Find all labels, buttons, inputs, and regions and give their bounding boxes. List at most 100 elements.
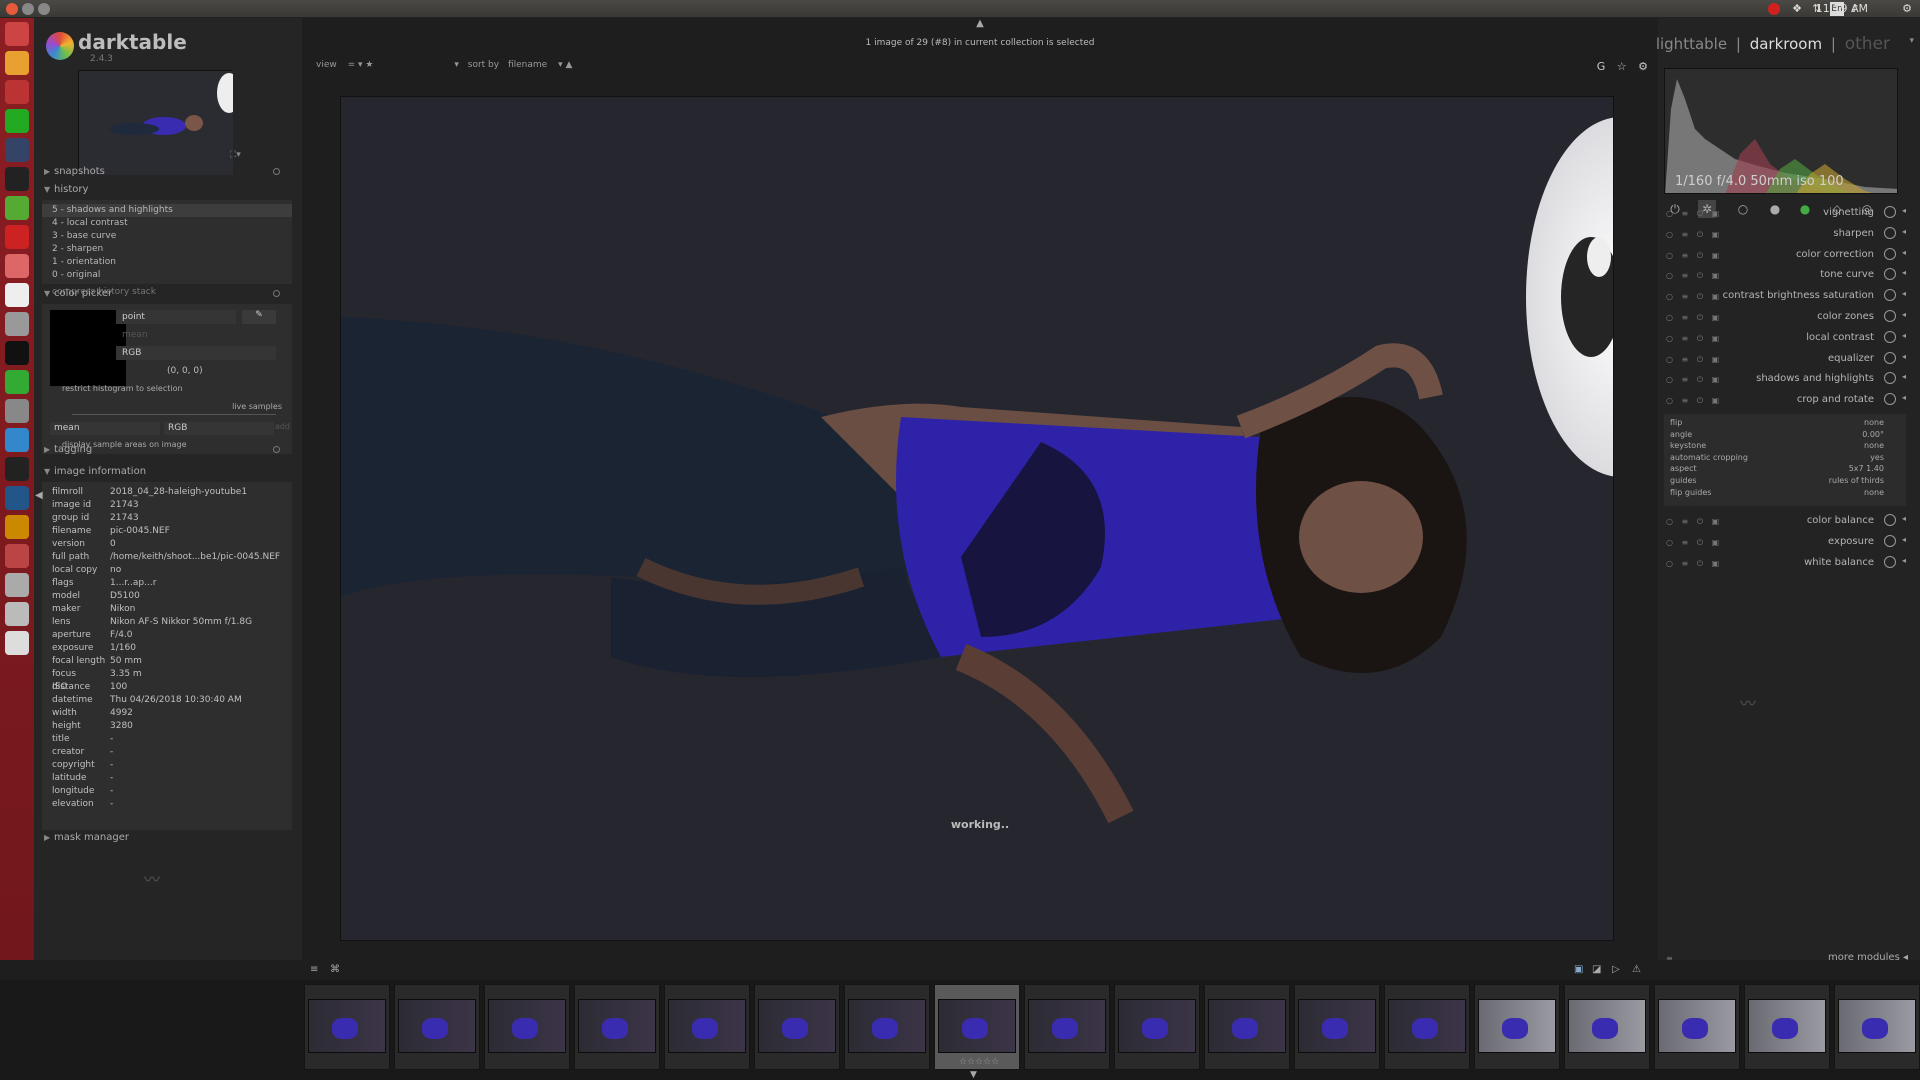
- sort-dropdown-arrow-icon[interactable]: ▾: [454, 60, 459, 70]
- collapse-top-panel-icon[interactable]: ▲: [302, 18, 1658, 29]
- lighttable-view-link[interactable]: lighttable: [1656, 35, 1727, 53]
- launcher-gimp-icon[interactable]: [5, 515, 29, 539]
- main-image[interactable]: [340, 96, 1614, 941]
- filmstrip-thumbnail[interactable]: [1024, 984, 1110, 1070]
- filmstrip-thumbnail[interactable]: [1384, 984, 1470, 1070]
- crop-setting-value[interactable]: 0.00°: [1862, 430, 1884, 439]
- module-toggle-icons[interactable]: ○ ≡ ⏻ ▣: [1666, 334, 1722, 344]
- crop-setting-row[interactable]: guides rules of thirds: [1670, 476, 1896, 488]
- restrict-histogram-checkbox[interactable]: restrict histogram to selection: [62, 384, 183, 393]
- module-expand-icon[interactable]: ◂: [1902, 331, 1906, 340]
- module-expand-icon[interactable]: ◂: [1902, 310, 1906, 319]
- overexposure-icon[interactable]: ⚠: [1632, 964, 1641, 975]
- filmstrip-thumbnail[interactable]: ☆☆☆☆☆: [934, 984, 1020, 1070]
- window-close-button[interactable]: [6, 3, 18, 15]
- crop-setting-value[interactable]: none: [1864, 441, 1884, 450]
- crop-setting-row[interactable]: flip none: [1670, 418, 1896, 430]
- launcher-record-icon[interactable]: [5, 225, 29, 249]
- history-header[interactable]: history: [42, 182, 292, 198]
- crop-setting-row[interactable]: flip guides none: [1670, 488, 1896, 500]
- navigation-thumbnail[interactable]: [78, 70, 241, 175]
- crop-setting-row[interactable]: angle 0.00°: [1670, 430, 1896, 442]
- module-white-balance[interactable]: ○ ≡ ⏻ ▣ white balance ◂: [1664, 552, 1906, 576]
- filmstrip-thumbnail[interactable]: [1834, 984, 1920, 1070]
- snapshots-header[interactable]: snapshots: [42, 164, 292, 180]
- module-expand-icon[interactable]: ◂: [1902, 393, 1906, 402]
- crop-setting-value[interactable]: 5x7 1.40: [1849, 464, 1884, 473]
- gamut-check-icon[interactable]: ▷: [1612, 964, 1620, 975]
- module-expand-icon[interactable]: ◂: [1902, 372, 1906, 381]
- styles-icon[interactable]: ⌘: [330, 964, 340, 975]
- module-toggle-icons[interactable]: ○ ≡ ⏻ ▣: [1666, 538, 1722, 548]
- color-assessment-icon[interactable]: ▣: [1574, 964, 1583, 975]
- window-minimize-button[interactable]: [22, 3, 34, 15]
- launcher-chrome-icon[interactable]: [5, 51, 29, 75]
- module-expand-icon[interactable]: ◂: [1902, 248, 1906, 257]
- sample-colorspace-dropdown[interactable]: RGB: [164, 422, 274, 435]
- history-item[interactable]: 1 - orientation: [42, 256, 292, 269]
- mask-manager-header[interactable]: mask manager: [42, 830, 292, 846]
- picker-colorspace-dropdown[interactable]: RGB: [116, 346, 276, 360]
- module-toggle-icons[interactable]: ○ ≡ ⏻ ▣: [1666, 396, 1722, 406]
- other-views-link[interactable]: other: [1845, 34, 1890, 54]
- crop-setting-row[interactable]: automatic cropping yes: [1670, 453, 1896, 465]
- color-picker-tool-icon[interactable]: ✎: [242, 310, 276, 324]
- filmstrip-thumbnail[interactable]: [1474, 984, 1560, 1070]
- window-maximize-button[interactable]: [38, 3, 50, 15]
- crop-setting-value[interactable]: none: [1864, 488, 1884, 497]
- module-expand-icon[interactable]: ◂: [1902, 556, 1906, 565]
- filmstrip-thumbnail[interactable]: [844, 984, 930, 1070]
- tagging-section[interactable]: tagging: [42, 442, 292, 458]
- clock[interactable]: 11:19 AM: [1816, 2, 1868, 15]
- filmstrip-thumbnail[interactable]: [1114, 984, 1200, 1070]
- module-toggle-icons[interactable]: ○ ≡ ⏻ ▣: [1666, 517, 1722, 527]
- filmstrip-thumbnail[interactable]: [1744, 984, 1830, 1070]
- crop-setting-row[interactable]: aspect 5x7 1.40: [1670, 464, 1896, 476]
- picker-stat-dropdown[interactable]: mean: [116, 328, 276, 342]
- collapse-left-panel-icon[interactable]: ◀: [35, 490, 43, 501]
- image-information-header[interactable]: image information: [42, 464, 292, 480]
- settings-gear-icon[interactable]: ⚙: [1900, 2, 1914, 16]
- filmstrip-thumbnail[interactable]: [1654, 984, 1740, 1070]
- module-toggle-icons[interactable]: ○ ≡ ⏻ ▣: [1666, 209, 1722, 219]
- module-toggle-icons[interactable]: ○ ≡ ⏻ ▣: [1666, 313, 1722, 323]
- launcher-drive2-icon[interactable]: [5, 602, 29, 626]
- module-toggle-icons[interactable]: ○ ≡ ⏻ ▣: [1666, 375, 1722, 385]
- launcher-twitter-icon[interactable]: [5, 428, 29, 452]
- filmstrip-thumbnail[interactable]: [304, 984, 390, 1070]
- thumbnail-star-rating[interactable]: ☆☆☆☆☆: [959, 1057, 999, 1067]
- preferences-gear-icon[interactable]: ⚙: [1638, 60, 1648, 73]
- crop-setting-value[interactable]: yes: [1870, 453, 1884, 462]
- softproof-icon[interactable]: ◪: [1592, 964, 1601, 975]
- darkroom-view-link[interactable]: darkroom: [1750, 35, 1822, 53]
- add-sample-button[interactable]: add: [275, 422, 290, 431]
- module-expand-icon[interactable]: ◂: [1902, 535, 1906, 544]
- module-expand-icon[interactable]: ◂: [1902, 268, 1906, 277]
- launcher-app2-icon[interactable]: [5, 544, 29, 568]
- crop-setting-value[interactable]: rules of thirds: [1829, 476, 1884, 485]
- filmstrip-thumbnail[interactable]: [1294, 984, 1380, 1070]
- module-expand-icon[interactable]: ◂: [1902, 514, 1906, 523]
- launcher-camera-icon[interactable]: [5, 399, 29, 423]
- module-expand-icon[interactable]: ◂: [1902, 289, 1906, 298]
- module-expand-icon[interactable]: ◂: [1902, 352, 1906, 361]
- module-toggle-icons[interactable]: ○ ≡ ⏻ ▣: [1666, 292, 1722, 302]
- record-indicator-icon[interactable]: [1768, 3, 1780, 15]
- quick-access-menu-icon[interactable]: ≡: [310, 964, 318, 975]
- filmstrip-thumbnail[interactable]: [574, 984, 660, 1070]
- zoom-fit-icon[interactable]: ⛶▾: [230, 150, 241, 160]
- module-expand-icon[interactable]: ◂: [1902, 227, 1906, 236]
- launcher-darktable-icon[interactable]: [5, 196, 29, 220]
- dropbox-icon[interactable]: ❖: [1790, 2, 1804, 16]
- views-dropdown-icon[interactable]: ▾: [1909, 36, 1914, 46]
- module-toggle-icons[interactable]: ○ ≡ ⏻ ▣: [1666, 271, 1722, 281]
- launcher-spotify-icon[interactable]: [5, 109, 29, 133]
- module-crop-and-rotate[interactable]: ○ ≡ ⏻ ▣ crop and rotate ◂: [1664, 389, 1906, 413]
- launcher-disk-icon[interactable]: [5, 312, 29, 336]
- crop-setting-row[interactable]: keystone none: [1670, 441, 1896, 453]
- launcher-usb-icon[interactable]: [5, 631, 29, 655]
- color-picker-reset-icon[interactable]: [273, 290, 280, 297]
- filmstrip-thumbnail[interactable]: [394, 984, 480, 1070]
- sample-stat-dropdown[interactable]: mean: [50, 422, 160, 435]
- picker-mode-dropdown[interactable]: point: [116, 310, 236, 324]
